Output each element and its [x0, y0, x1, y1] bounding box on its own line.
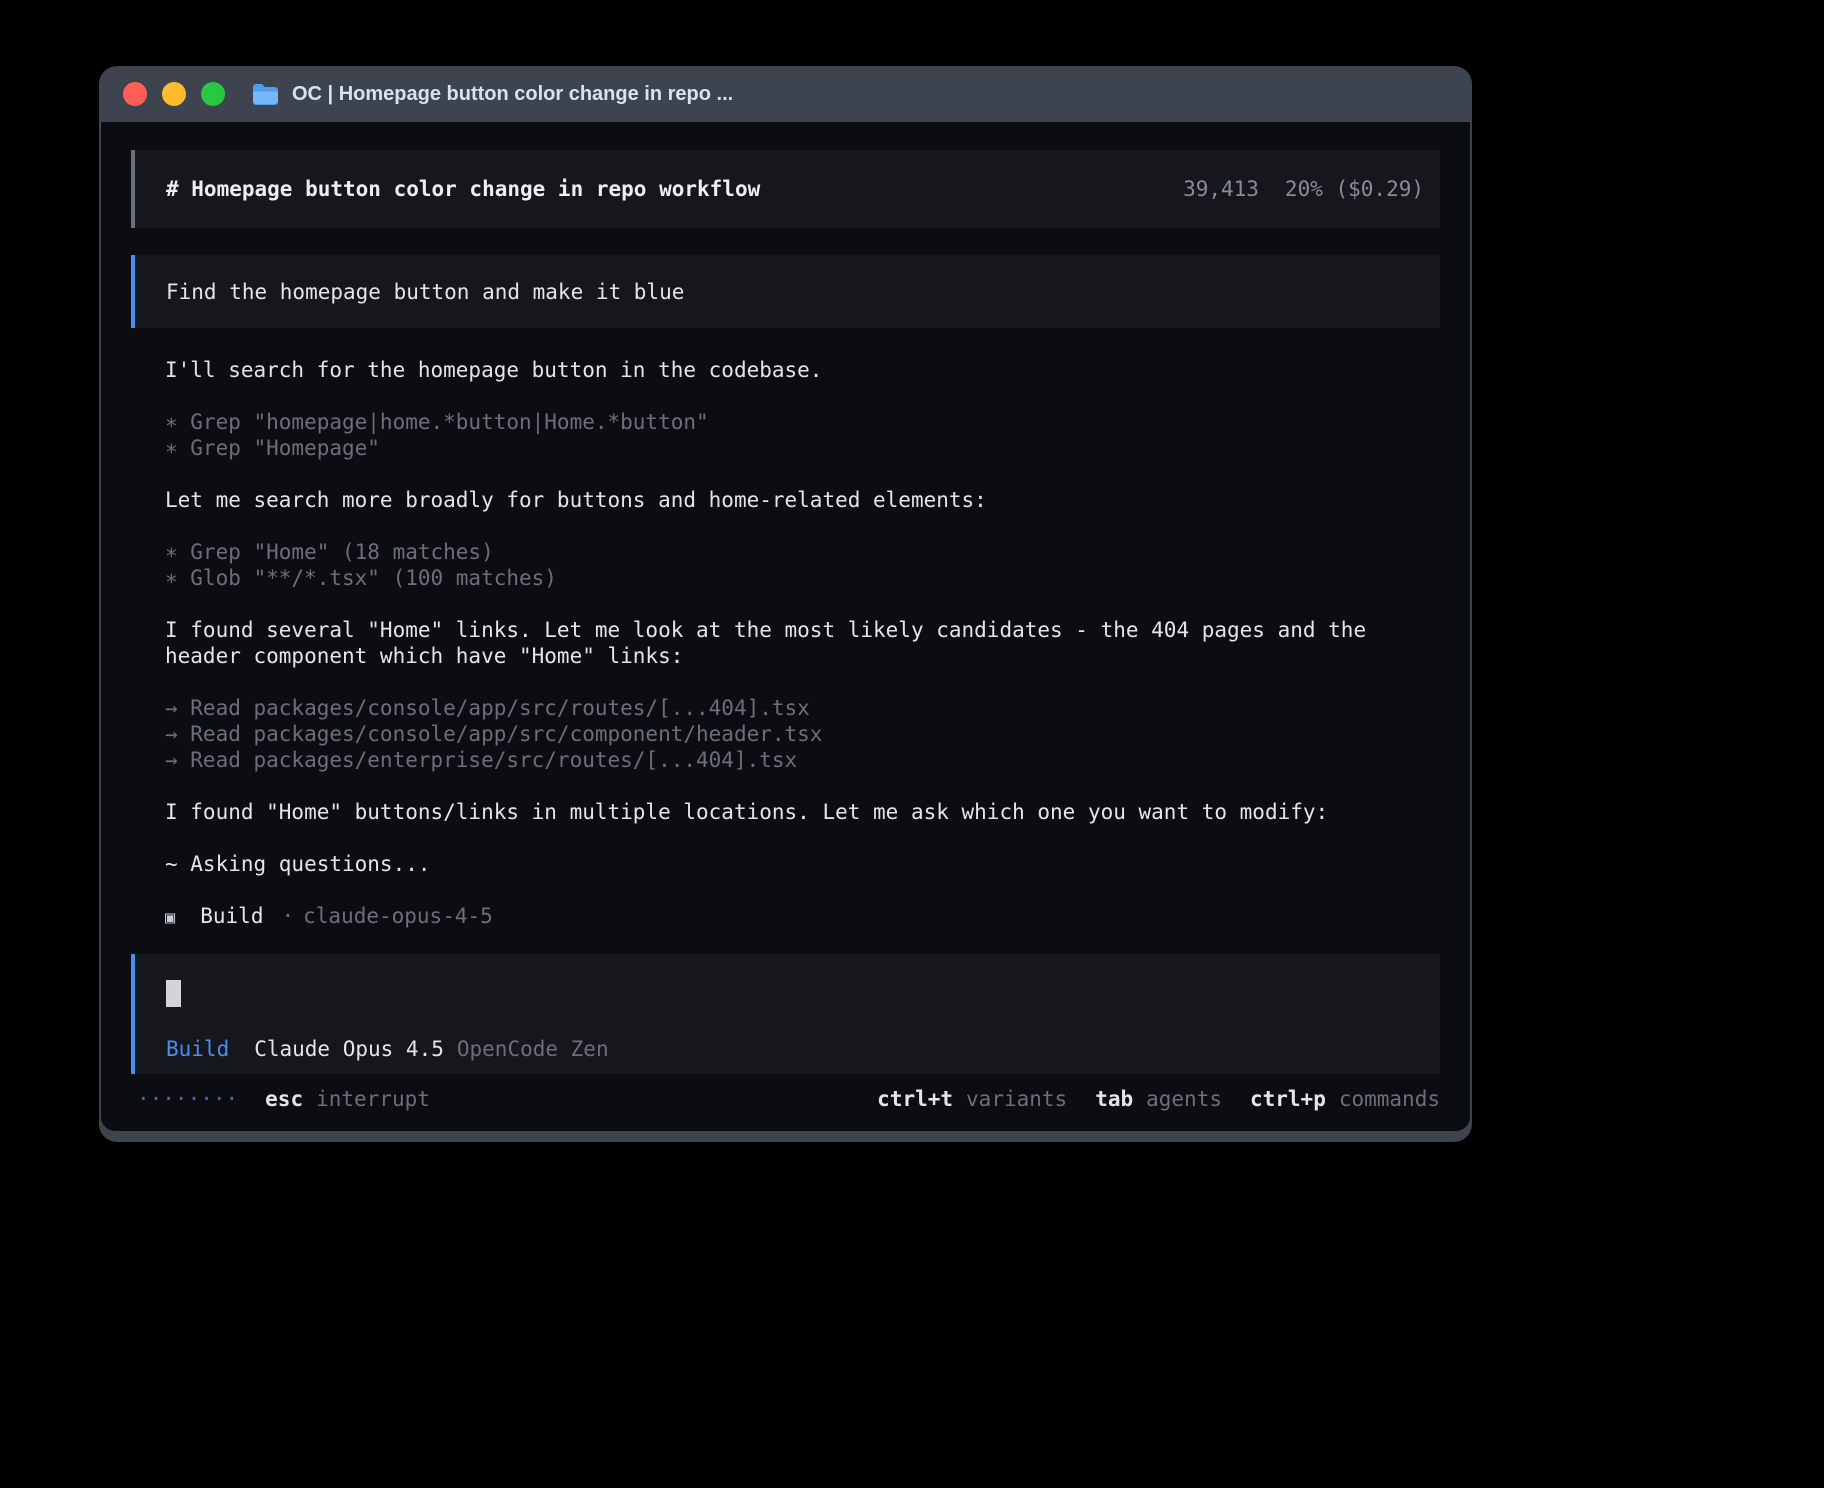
text-cursor [166, 980, 181, 1007]
terminal-content: # Homepage button color change in repo w… [101, 122, 1470, 1131]
minimize-button[interactable] [162, 82, 186, 106]
mode-label[interactable]: Build [166, 1036, 229, 1062]
esc-key-label: esc [265, 1086, 303, 1112]
context-cost: 20% ($0.29) [1285, 176, 1424, 202]
tool-call-read: → Read packages/console/app/src/componen… [165, 721, 1406, 747]
session-title: # Homepage button color change in repo w… [166, 176, 760, 202]
zoom-button[interactable] [201, 82, 225, 106]
window-title: OC | Homepage button color change in rep… [292, 83, 733, 106]
shortcut-key: tab [1095, 1086, 1133, 1112]
tool-call-grep: ∗ Grep "homepage|home.*button|Home.*butt… [165, 409, 1406, 435]
shortcut-label: agents [1146, 1086, 1222, 1112]
shortcut-commands: ctrl+p commands [1250, 1086, 1440, 1112]
shortcut-key: ctrl+p [1250, 1086, 1326, 1112]
esc-hint: interrupt [316, 1086, 430, 1112]
status-text: ~ Asking questions... [165, 851, 1406, 877]
tool-call-read: → Read packages/console/app/src/routes/[… [165, 695, 1406, 721]
assistant-message: I found several "Home" links. Let me loo… [131, 617, 1440, 669]
agent-icon: ▣ [165, 905, 175, 931]
titlebar[interactable]: OC | Homepage button color change in rep… [101, 66, 1470, 122]
input-status-line: Build Claude Opus 4.5 OpenCode Zen [166, 1036, 1409, 1062]
terminal-window: OC | Homepage button color change in rep… [99, 66, 1472, 1142]
tool-call-group: ∗ Grep "Home" (18 matches) ∗ Glob "**/*.… [131, 539, 1440, 591]
assistant-text: I found "Home" buttons/links in multiple… [165, 799, 1406, 825]
shortcut-label: commands [1339, 1086, 1440, 1112]
user-message-text: Find the homepage button and make it blu… [166, 279, 684, 305]
token-count: 39,413 [1183, 176, 1259, 202]
spinner-dots: ········ [137, 1086, 238, 1112]
status-bar: ········ esc interrupt ctrl+t variants t… [131, 1086, 1440, 1112]
assistant-message: I found "Home" buttons/links in multiple… [131, 799, 1440, 825]
status-message: ~ Asking questions... [131, 851, 1440, 877]
assistant-text: I'll search for the homepage button in t… [165, 357, 1406, 383]
user-message: Find the homepage button and make it blu… [131, 255, 1440, 328]
traffic-lights [123, 82, 225, 106]
tool-call-group: ∗ Grep "homepage|home.*button|Home.*butt… [131, 409, 1440, 461]
session-header: # Homepage button color change in repo w… [131, 150, 1440, 228]
assistant-message: I'll search for the homepage button in t… [131, 357, 1440, 383]
shortcut-key: ctrl+t [877, 1086, 953, 1112]
tool-call-glob: ∗ Glob "**/*.tsx" (100 matches) [165, 565, 1406, 591]
tool-call-grep: ∗ Grep "Home" (18 matches) [165, 539, 1406, 565]
title-group: OC | Homepage button color change in rep… [252, 83, 733, 106]
model-label[interactable]: Claude Opus 4.5 [254, 1036, 444, 1062]
provider-label: OpenCode Zen [457, 1036, 609, 1062]
shortcut-label: variants [966, 1086, 1067, 1112]
assistant-message: Let me search more broadly for buttons a… [131, 487, 1440, 513]
session-stats: 39,413 20% ($0.29) [1183, 176, 1424, 202]
close-button[interactable] [123, 82, 147, 106]
shortcut-agents: tab agents [1095, 1086, 1222, 1112]
separator-dot: · [281, 903, 294, 929]
folder-icon [252, 83, 279, 105]
agent-status-row: ▣ Build · claude-opus-4-5 [131, 903, 1440, 931]
assistant-text: Let me search more broadly for buttons a… [165, 487, 1406, 513]
agent-model: claude-opus-4-5 [303, 903, 493, 929]
agent-name: Build [200, 903, 263, 929]
shortcut-variants: ctrl+t variants [877, 1086, 1067, 1112]
prompt-input[interactable]: Build Claude Opus 4.5 OpenCode Zen [131, 954, 1440, 1074]
tool-call-grep: ∗ Grep "Homepage" [165, 435, 1406, 461]
tool-call-group: → Read packages/console/app/src/routes/[… [131, 695, 1440, 773]
tool-call-read: → Read packages/enterprise/src/routes/[.… [165, 747, 1406, 773]
assistant-text: I found several "Home" links. Let me loo… [165, 617, 1406, 669]
